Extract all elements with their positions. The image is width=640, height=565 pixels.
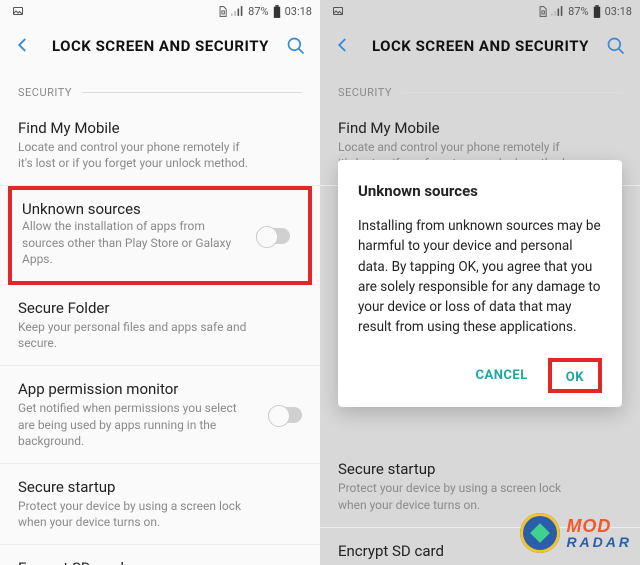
back-icon[interactable] — [14, 36, 34, 56]
app-header: LOCK SCREEN AND SECURITY — [320, 22, 640, 70]
dialog-title: Unknown sources — [358, 182, 602, 200]
signal-icon — [231, 6, 244, 16]
status-bar: 87% 03:18 — [320, 0, 640, 22]
watermark-badge-icon — [520, 513, 560, 553]
ok-button-highlighted: OK — [548, 358, 602, 393]
app-header: LOCK SCREEN AND SECURITY — [0, 22, 320, 70]
sim-icon — [218, 6, 227, 17]
row-encrypt-sd[interactable]: Encrypt SD card No SD card inserted — [0, 545, 320, 565]
battery-icon — [593, 5, 601, 18]
watermark-modradar: MOD RADAR — [520, 513, 632, 553]
row-subtitle: Protect your device by using a screen lo… — [338, 480, 622, 512]
back-icon[interactable] — [334, 36, 354, 56]
row-subtitle: Keep your personal files and apps safe a… — [18, 319, 302, 351]
row-subtitle: Get notified when permissions you select… — [18, 400, 302, 449]
sim-icon — [538, 6, 547, 17]
row-title: App permission monitor — [18, 380, 302, 398]
signal-icon — [551, 6, 564, 16]
row-title: Secure startup — [338, 460, 622, 478]
row-find-my-mobile[interactable]: Find My Mobile Locate and control your p… — [0, 105, 320, 186]
page-title: LOCK SCREEN AND SECURITY — [372, 37, 606, 55]
toggle-switch[interactable] — [256, 228, 290, 244]
clock: 03:18 — [605, 5, 632, 18]
watermark-line2: RADAR — [566, 535, 632, 549]
section-label-security: SECURITY — [320, 70, 640, 105]
row-title: Unknown sources — [22, 200, 298, 218]
cancel-button[interactable]: CANCEL — [464, 360, 540, 391]
clock: 03:18 — [285, 5, 312, 18]
row-title: Find My Mobile — [338, 119, 622, 137]
page-title: LOCK SCREEN AND SECURITY — [52, 37, 286, 55]
toggle-switch[interactable] — [268, 407, 302, 423]
status-bar: 87% 03:18 — [0, 0, 320, 22]
row-title: Secure Folder — [18, 299, 302, 317]
row-subtitle: Locate and control your phone remotely i… — [18, 139, 302, 171]
row-subtitle: Allow the installation of apps from sour… — [22, 218, 298, 267]
row-title: Secure startup — [18, 478, 302, 496]
battery-icon — [273, 5, 281, 18]
section-label-security: SECURITY — [0, 70, 320, 105]
row-title: Find My Mobile — [18, 119, 302, 137]
watermark-line1: MOD — [566, 517, 632, 535]
row-unknown-sources-highlighted[interactable]: Unknown sources Allow the installation o… — [8, 186, 312, 285]
ok-button[interactable]: OK — [558, 366, 592, 389]
screenshot-left: 87% 03:18 LOCK SCREEN AND SECURITY SECUR… — [0, 0, 320, 565]
battery-percent: 87% — [568, 5, 588, 18]
row-secure-startup[interactable]: Secure startup Protect your device by us… — [0, 464, 320, 545]
row-app-permission-monitor[interactable]: App permission monitor Get notified when… — [0, 366, 320, 464]
dialog-body: Installing from unknown sources may be h… — [358, 216, 602, 338]
row-secure-folder[interactable]: Secure Folder Keep your personal files a… — [0, 285, 320, 366]
search-icon[interactable] — [606, 36, 626, 56]
screenshot-right: 87% 03:18 LOCK SCREEN AND SECURITY SECUR… — [320, 0, 640, 565]
row-subtitle: Protect your device by using a screen lo… — [18, 498, 302, 530]
row-title: Encrypt SD card — [18, 559, 302, 565]
dialog-unknown-sources: Unknown sources Installing from unknown … — [338, 160, 622, 407]
picture-icon — [12, 5, 24, 17]
search-icon[interactable] — [286, 36, 306, 56]
battery-percent: 87% — [248, 5, 268, 18]
picture-icon — [332, 5, 344, 17]
